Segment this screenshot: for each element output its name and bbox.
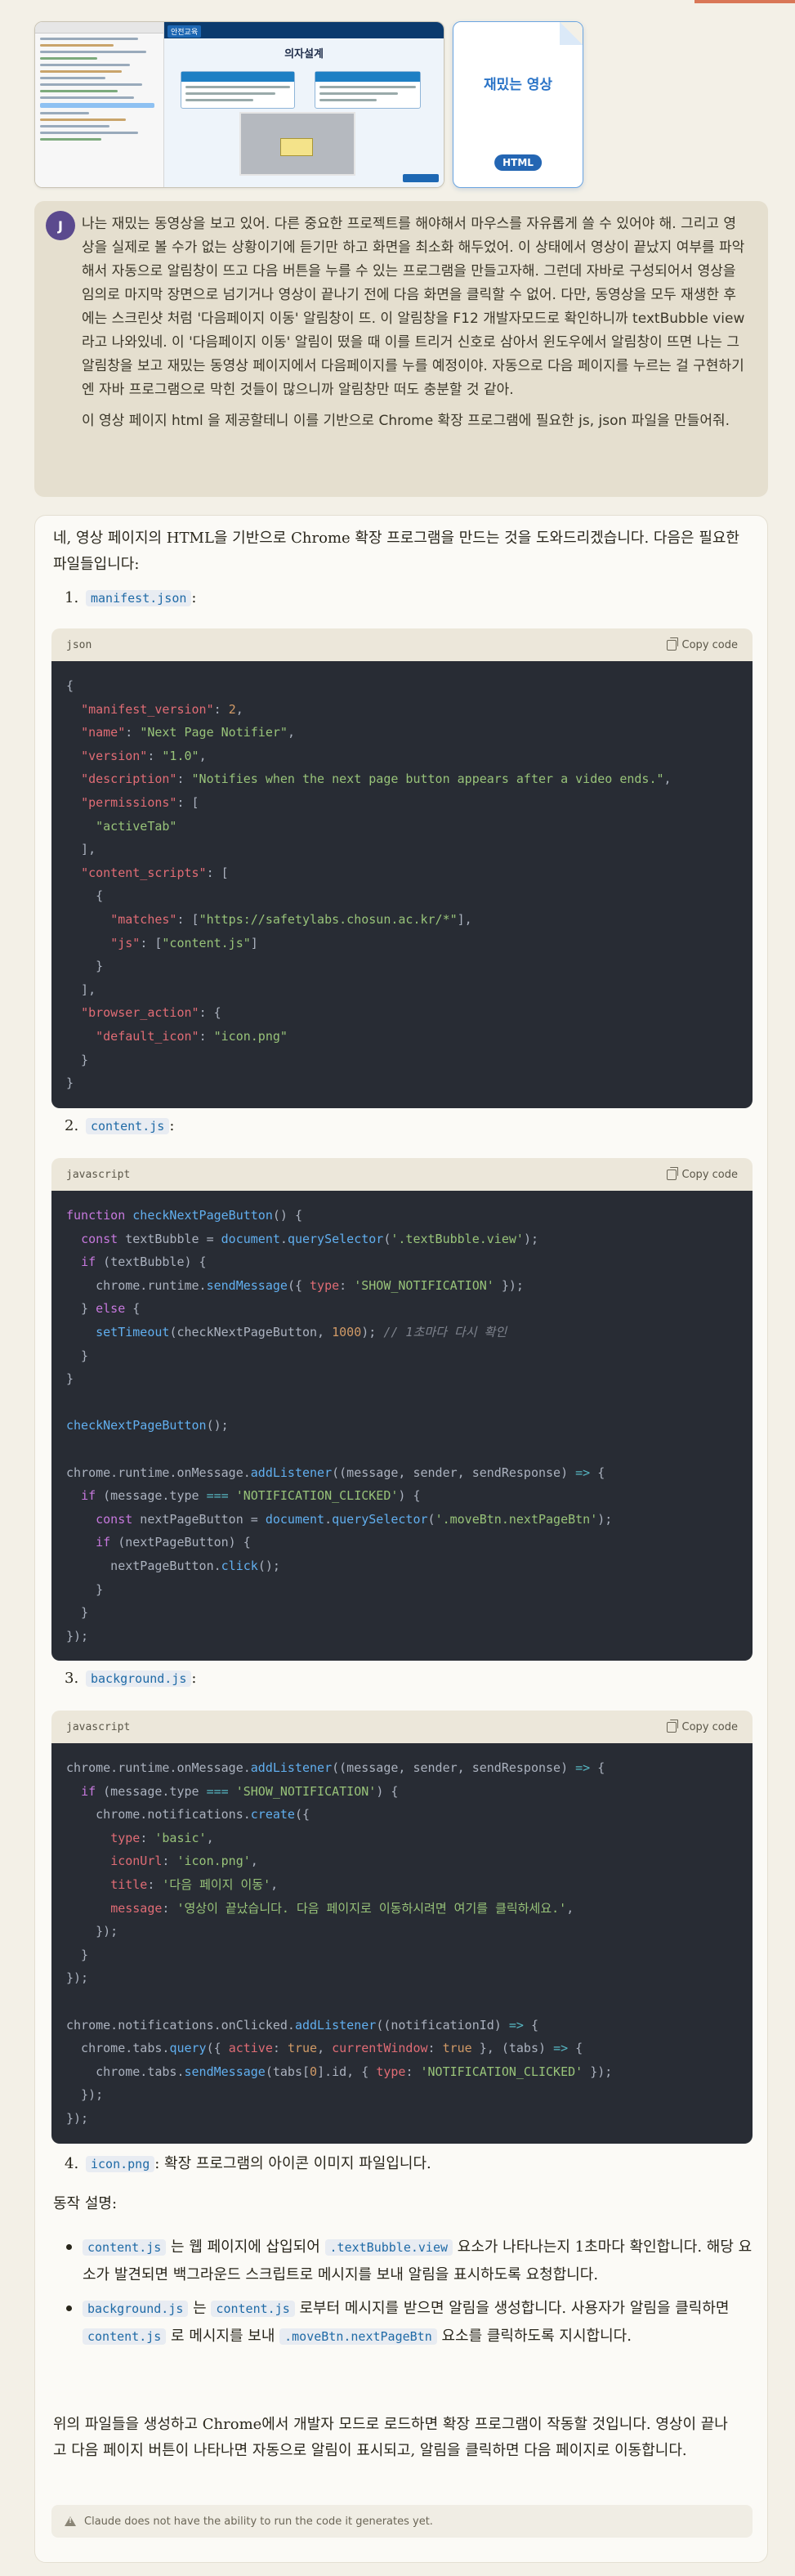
slide-tag: 안전교육 — [167, 25, 202, 38]
list-item: content.js 는 웹 페이지에 삽입되어 .textBubble.vie… — [66, 2234, 753, 2288]
list-item: 1. manifest.json: — [65, 589, 197, 606]
file-name-code: manifest.json — [86, 590, 192, 606]
copy-code-button[interactable]: Copy code — [666, 1719, 738, 1733]
code-language: javascript — [66, 1168, 131, 1181]
file-name-code: background.js — [86, 1670, 192, 1687]
assistant-message: 네, 영상 페이지의 HTML을 기반으로 Chrome 확장 프로그램을 만드… — [34, 515, 768, 2563]
copy-icon — [666, 1166, 678, 1180]
screenshot-attachment[interactable]: 안전교육 의자설계 — [34, 21, 444, 188]
avatar: J — [46, 211, 75, 240]
user-message: J 나는 재밌는 동영상을 보고 있어. 다른 중요한 프로젝트를 해야해서 마… — [34, 201, 768, 497]
copy-code-button[interactable]: Copy code — [666, 637, 738, 651]
disclaimer-banner: Claude does not have the ability to run … — [51, 2505, 753, 2538]
copy-icon — [666, 1719, 678, 1733]
code-header: json Copy code — [51, 628, 753, 661]
assistant-intro: 네, 영상 페이지의 HTML을 기반으로 Chrome 확장 프로그램을 만드… — [53, 530, 739, 573]
file-name-code: icon.png — [86, 2156, 155, 2172]
assistant-closing: 위의 파일들을 생성하고 Chrome에서 개발자 모드로 로드하면 확장 프로… — [53, 2416, 728, 2459]
code-body: { "manifest_version": 2, "name": "Next P… — [51, 661, 753, 1108]
copy-code-button[interactable]: Copy code — [666, 1166, 738, 1181]
list-item: 2. content.js: — [65, 1117, 175, 1134]
file-name: 재밌는 영상 — [483, 77, 553, 93]
attachments-row: 안전교육 의자설계 재밌는 영상 HTML — [34, 21, 606, 190]
code-language: json — [66, 638, 92, 651]
warning-icon — [65, 2516, 76, 2526]
code-block-content-js: javascript Copy code function checkNextP… — [51, 1158, 753, 1661]
code-body: chrome.runtime.onMessage.addListener((me… — [51, 1743, 753, 2144]
user-paragraph: 이 영상 페이지 html 을 제공할테니 이를 기반으로 Chrome 확장 … — [82, 413, 730, 429]
next-page-bubble — [280, 138, 313, 156]
code-header: javascript Copy code — [51, 1711, 753, 1743]
copy-icon — [666, 637, 678, 651]
devtools-panel-preview — [35, 22, 164, 187]
file-name-code: content.js — [86, 1118, 170, 1134]
code-block-background-js: javascript Copy code chrome.runtime.onMe… — [51, 1711, 753, 2144]
list-item: background.js 는 content.js 로부터 메시지를 받으면 … — [66, 2295, 753, 2350]
list-item: 3. background.js: — [65, 1670, 197, 1687]
html-file-attachment[interactable]: 재밌는 영상 HTML — [453, 21, 583, 188]
file-fold-icon — [560, 22, 583, 45]
user-paragraph: 나는 재밌는 동영상을 보고 있어. 다른 중요한 프로젝트를 해야해서 마우스… — [82, 216, 745, 398]
slide-title: 의자설계 — [284, 48, 324, 60]
code-language: javascript — [66, 1720, 131, 1733]
file-type-badge: HTML — [494, 154, 542, 171]
slide-photo — [239, 112, 355, 176]
explain-list: content.js 는 웹 페이지에 삽입되어 .textBubble.vie… — [66, 2234, 753, 2357]
disclaimer-text: Claude does not have the ability to run … — [84, 2515, 433, 2528]
slide-preview: 안전교육 의자설계 — [164, 22, 444, 187]
code-block-manifest: json Copy code { "manifest_version": 2, … — [51, 628, 753, 1108]
code-header: javascript Copy code — [51, 1158, 753, 1191]
code-body: function checkNextPageButton() { const t… — [51, 1191, 753, 1661]
explain-title: 동작 설명: — [53, 2195, 118, 2212]
top-accent-bar — [695, 0, 795, 3]
list-item: 4. icon.png: 확장 프로그램의 아이콘 이미지 파일입니다. — [65, 2155, 431, 2172]
